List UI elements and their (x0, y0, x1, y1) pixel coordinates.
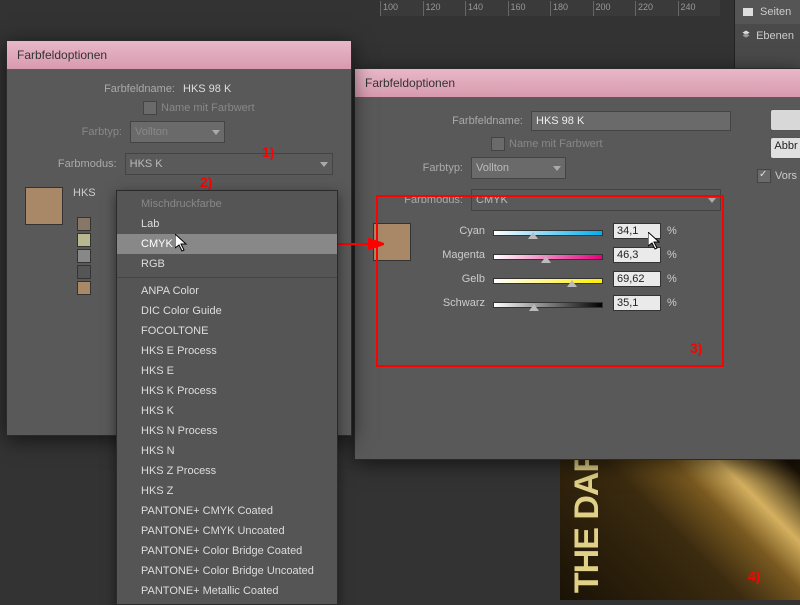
color-mode-dropdown[interactable]: Mischdruckfarbe Lab CMYK RGB ANPA Color … (116, 190, 338, 605)
black-slider[interactable] (493, 300, 603, 306)
dropdown-item-pantone-cb-c[interactable]: PANTONE+ Color Bridge Coated (117, 541, 337, 561)
black-value[interactable]: 35,1 (613, 295, 661, 311)
document-text: I THE DAR (568, 449, 607, 600)
dialog-title[interactable]: Farbfeldoptionen (7, 41, 351, 69)
dropdown-item-hks-n-process[interactable]: HKS N Process (117, 421, 337, 441)
black-slider-row: Schwarz 35,1 % (425, 295, 783, 311)
name-with-color-label: Name mit Farbwert (161, 102, 255, 114)
swatch-name-label: Farbfeldname: (373, 115, 523, 127)
layers-panel-tab[interactable]: Ebenen (735, 24, 800, 48)
percent-label: % (667, 225, 677, 237)
dropdown-item-focoltone[interactable]: FOCOLTONE (117, 321, 337, 341)
color-mode-label: Farbmodus: (373, 194, 463, 206)
dropdown-item-hks-z-process[interactable]: HKS Z Process (117, 461, 337, 481)
swatch-item[interactable] (77, 249, 91, 263)
annotation-4: 4) (748, 568, 760, 584)
preview-label: Vors (775, 170, 797, 182)
pages-panel-tab[interactable]: Seiten (735, 0, 800, 24)
dropdown-item-pantone-cmyk-c[interactable]: PANTONE+ CMYK Coated (117, 501, 337, 521)
magenta-label: Magenta (425, 249, 485, 261)
yellow-value[interactable]: 69,62 (613, 271, 661, 287)
dropdown-item-rgb[interactable]: RGB (117, 254, 337, 274)
annotation-3: 3) (690, 340, 702, 356)
dropdown-item-pantone-met-c[interactable]: PANTONE+ Metallic Coated (117, 581, 337, 601)
chevron-down-icon (708, 198, 716, 203)
cyan-slider[interactable] (493, 228, 603, 234)
name-with-color-label: Name mit Farbwert (509, 138, 603, 150)
chevron-down-icon (320, 162, 328, 167)
percent-label: % (667, 249, 677, 261)
percent-label: % (667, 297, 677, 309)
dropdown-item-cmyk[interactable]: CMYK (117, 234, 337, 254)
dropdown-item-hks-n[interactable]: HKS N (117, 441, 337, 461)
chevron-down-icon (553, 166, 561, 171)
dropdown-item-pantone-cb-u[interactable]: PANTONE+ Color Bridge Uncoated (117, 561, 337, 581)
swatch-name-label: Farbfeldname: (25, 83, 175, 95)
layers-label: Ebenen (756, 30, 794, 42)
magenta-value[interactable]: 46,3 (613, 247, 661, 263)
dropdown-item-hks-k-process[interactable]: HKS K Process (117, 381, 337, 401)
preview-checkbox[interactable] (757, 169, 771, 183)
color-mode-select[interactable]: CMYK (471, 189, 721, 211)
color-type-label: Farbtyp: (25, 126, 122, 138)
horizontal-ruler: 100120140160180200220240 (380, 0, 720, 16)
swatch-name-value: HKS 98 K (183, 83, 231, 95)
magenta-slider[interactable] (493, 252, 603, 258)
swatch-item[interactable] (77, 217, 91, 231)
dialog-title[interactable]: Farbfeldoptionen (355, 69, 800, 97)
name-with-color-checkbox[interactable] (491, 137, 505, 151)
ok-button[interactable] (770, 109, 800, 131)
dropdown-item-hks-e-process[interactable]: HKS E Process (117, 341, 337, 361)
dropdown-item-hks-z[interactable]: HKS Z (117, 481, 337, 501)
dropdown-item-hks-k[interactable]: HKS K (117, 401, 337, 421)
annotation-2: 2) (200, 174, 212, 190)
swatch-item[interactable] (77, 233, 91, 247)
color-mode-label: Farbmodus: (25, 158, 117, 170)
name-with-color-checkbox[interactable] (143, 101, 157, 115)
yellow-label: Gelb (425, 273, 485, 285)
annotation-1: 1) (262, 144, 274, 160)
cyan-value[interactable]: 34,1 (613, 223, 661, 239)
percent-label: % (667, 273, 677, 285)
yellow-slider-row: Gelb 69,62 % (425, 271, 783, 287)
black-label: Schwarz (425, 297, 485, 309)
dropdown-separator (117, 277, 337, 278)
dropdown-item-anpa[interactable]: ANPA Color (117, 281, 337, 301)
preview-checkbox-row: Vors (757, 169, 797, 183)
chevron-down-icon (212, 130, 220, 135)
swatch-item[interactable] (77, 281, 91, 295)
magenta-slider-row: Magenta 46,3 % (425, 247, 783, 263)
yellow-slider[interactable] (493, 276, 603, 282)
dropdown-item-mixed-ink: Mischdruckfarbe (117, 194, 337, 214)
pages-label: Seiten (760, 6, 791, 18)
cancel-button[interactable]: Abbr (770, 137, 800, 159)
color-mode-select[interactable]: HKS K (125, 153, 333, 175)
swatch-name-input[interactable] (531, 111, 731, 131)
layers-icon (741, 29, 751, 43)
dropdown-item-pantone-cmyk-u[interactable]: PANTONE+ CMYK Uncoated (117, 521, 337, 541)
swatch-options-dialog-2: Farbfeldoptionen Farbfeldname: Name mit … (354, 68, 800, 460)
dropdown-item-hks-e[interactable]: HKS E (117, 361, 337, 381)
pages-icon (741, 5, 755, 19)
cyan-slider-row: Cyan 34,1 % (425, 223, 783, 239)
color-preview-swatch (25, 187, 63, 225)
color-type-select[interactable]: Vollton (130, 121, 225, 143)
swatch-item[interactable] (77, 265, 91, 279)
dropdown-item-lab[interactable]: Lab (117, 214, 337, 234)
color-type-select[interactable]: Vollton (471, 157, 566, 179)
color-type-label: Farbtyp: (373, 162, 463, 174)
dropdown-item-dic[interactable]: DIC Color Guide (117, 301, 337, 321)
cyan-label: Cyan (425, 225, 485, 237)
